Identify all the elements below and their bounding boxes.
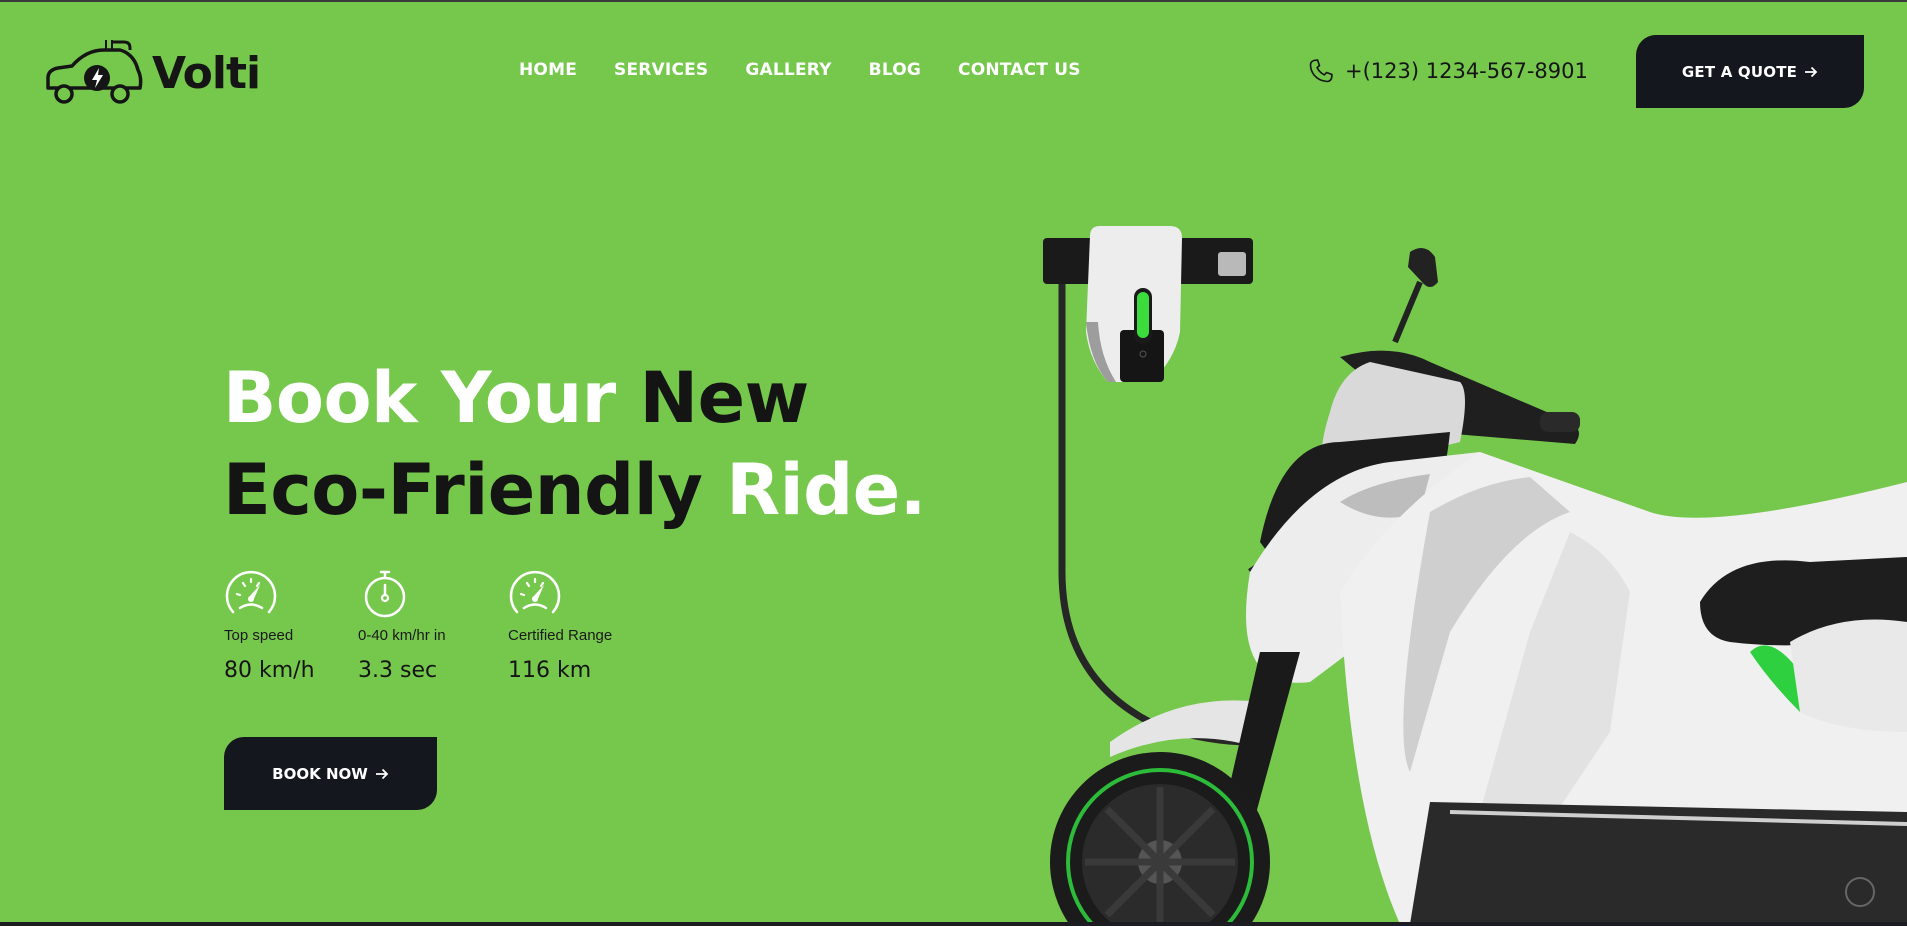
get-a-quote-label: GET A QUOTE — [1681, 62, 1798, 81]
main-nav: HOME SERVICES GALLERY BLOG CONTACT US — [519, 60, 1081, 80]
page-bottom-edge — [0, 922, 1907, 926]
nav-services[interactable]: SERVICES — [614, 60, 708, 80]
book-now-label: BOOK NOW — [272, 764, 368, 783]
book-now-button[interactable]: BOOK NOW — [224, 737, 437, 810]
get-a-quote-button[interactable]: GET A QUOTE — [1636, 35, 1864, 108]
speedometer-icon — [509, 570, 561, 614]
hero-title-part-4: Ride. — [726, 449, 926, 531]
hero-title-part-3: Eco-Friendly — [223, 449, 727, 531]
nav-gallery[interactable]: GALLERY — [745, 60, 831, 80]
hero-stats: Top speed 80 km/h 0-40 km/hr in 3.3 sec … — [224, 570, 668, 683]
speedometer-icon — [225, 570, 277, 614]
phone-contact[interactable]: +(123) 1234-567-8901 — [1306, 56, 1588, 86]
stat-value: 3.3 sec — [358, 658, 438, 683]
nav-blog[interactable]: BLOG — [869, 60, 921, 80]
scooter-image — [1050, 248, 1907, 924]
stat-value: 80 km/h — [224, 658, 315, 683]
phone-icon — [1309, 59, 1333, 83]
car-plug-icon — [46, 40, 143, 104]
stat-top-speed: Top speed 80 km/h — [224, 570, 358, 683]
nav-contact-us[interactable]: CONTACT US — [958, 60, 1081, 80]
stat-label: 0-40 km/hr in — [358, 627, 446, 644]
brand-name: Volti — [152, 47, 261, 99]
brand-logo[interactable]: Volti — [42, 40, 261, 106]
hero-title-part-2: New — [639, 357, 810, 439]
stat-acceleration: 0-40 km/hr in 3.3 sec — [358, 570, 508, 683]
stopwatch-icon — [364, 570, 406, 618]
stat-value: 116 km — [508, 658, 592, 683]
nav-home[interactable]: HOME — [519, 60, 577, 80]
arrow-right-icon — [1805, 66, 1818, 77]
hero-title-part-1: Book Your — [223, 357, 640, 439]
stat-label: Certified Range — [508, 627, 613, 644]
hero-scooter-image — [1043, 226, 1907, 924]
hero-title: Book Your New Eco-Friendly Ride. — [223, 352, 926, 536]
arrow-right-icon — [375, 768, 389, 779]
stat-label: Top speed — [224, 627, 294, 644]
phone-number: +(123) 1234-567-8901 — [1345, 59, 1588, 83]
stat-certified-range: Certified Range 116 km — [508, 570, 668, 683]
